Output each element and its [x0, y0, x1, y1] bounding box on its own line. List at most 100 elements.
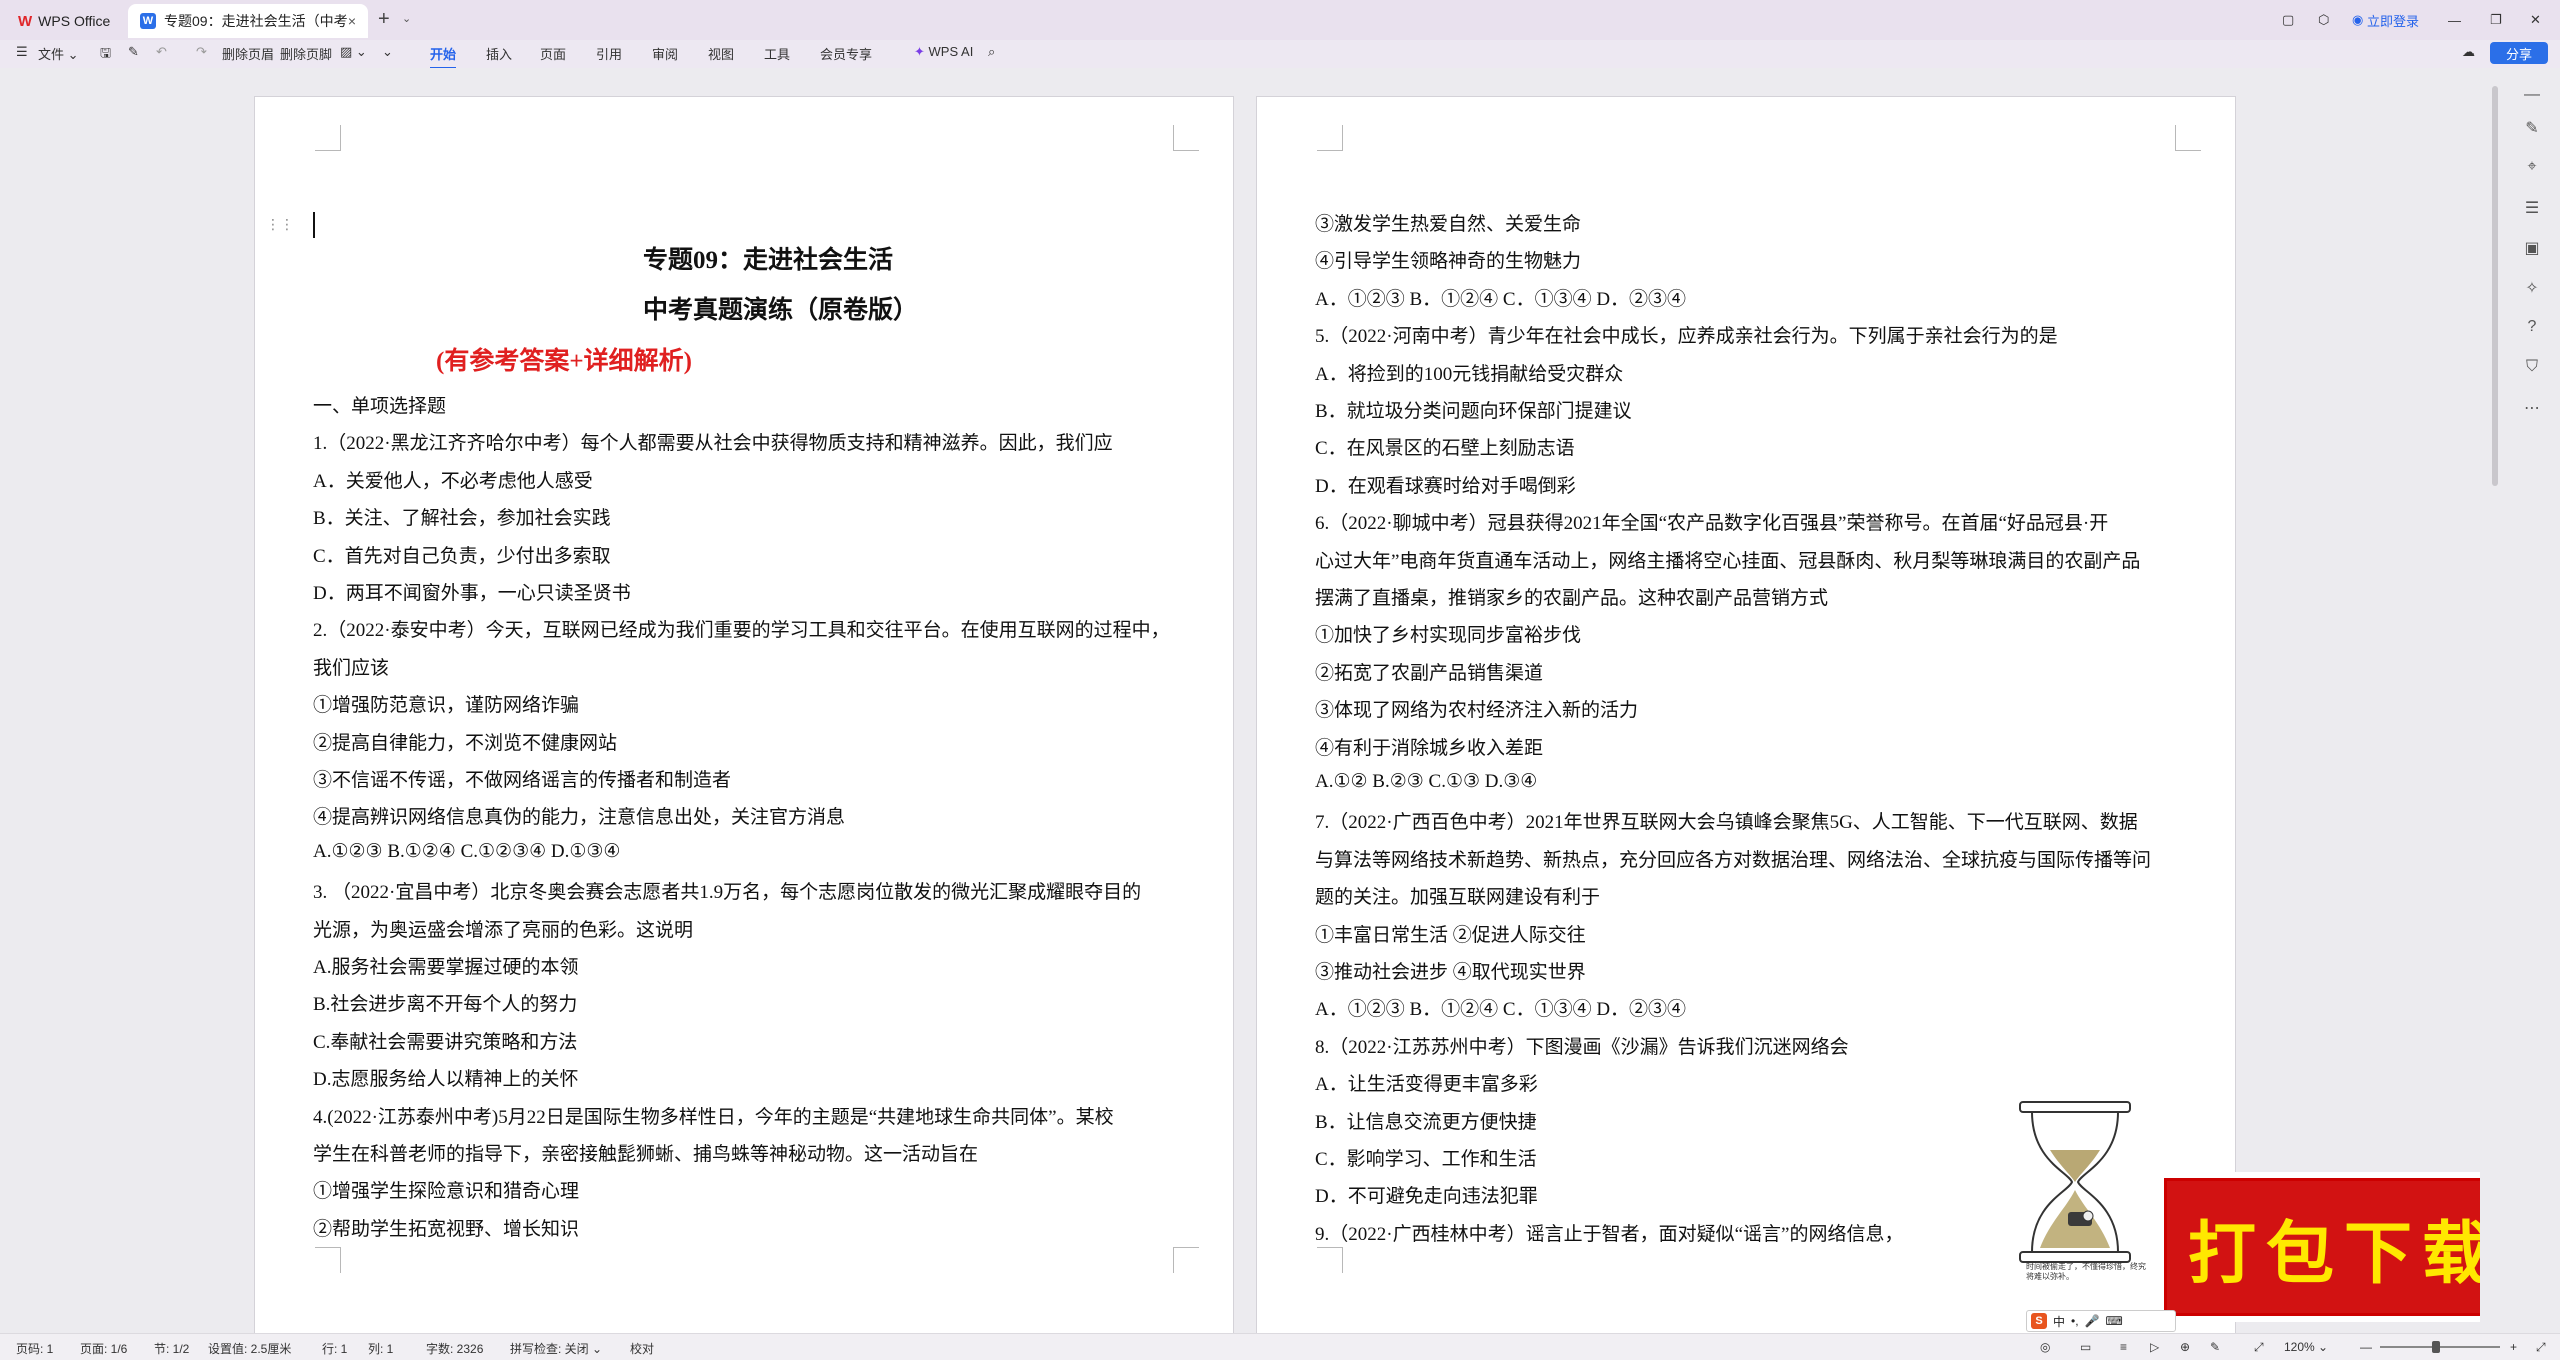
- page1-line: 一、单项选择题: [313, 396, 447, 417]
- page2-line: 8.（2022·江苏苏州中考）下图漫画《沙漏》告诉我们沉迷网络会: [1315, 1036, 1849, 1058]
- window-icon[interactable]: ▢: [2282, 0, 2294, 40]
- status-proof[interactable]: 校对: [630, 1340, 654, 1357]
- page2-line: D．不可避免走向违法犯罪: [1315, 1186, 1538, 1208]
- page2-line: ③推动社会进步 ④取代现实世界: [1315, 962, 1586, 983]
- page2-line: D．在观看球赛时给对手喝倒彩: [1315, 475, 1576, 497]
- status-spell-check[interactable]: 拼写检查: 关闭 ⌄: [510, 1340, 602, 1357]
- more-icon[interactable]: ⋯: [2522, 398, 2542, 418]
- eye-icon[interactable]: ◎: [2040, 1340, 2050, 1354]
- tab-tools[interactable]: 工具: [764, 44, 790, 63]
- image-icon[interactable]: ▨ ⌄: [340, 44, 367, 60]
- tab-start[interactable]: 开始: [430, 44, 457, 69]
- zoom-level[interactable]: 120% ⌄: [2284, 1340, 2328, 1354]
- page2-line: 题的关注。加强互联网建设有利于: [1315, 887, 1601, 909]
- zoom-slider[interactable]: [2380, 1346, 2500, 1348]
- page2-line: B．就垃圾分类问题向环保部门提建议: [1315, 401, 1632, 422]
- page2-line: A．①②③ B．①②④ C．①③④ D．②③④: [1315, 999, 1687, 1021]
- status-section[interactable]: 节: 1/2: [154, 1340, 189, 1357]
- help-icon[interactable]: ?: [2522, 318, 2542, 338]
- margin-mark: [1173, 1247, 1199, 1273]
- delete-footer-button[interactable]: 删除页脚: [280, 44, 332, 63]
- tab-document[interactable]: W 专题09：走进社会生活（中考 ×: [128, 4, 368, 38]
- login-button[interactable]: ◉ 立即登录: [2352, 0, 2419, 40]
- page-subtitle: 中考真题演练（原卷版）: [643, 297, 919, 324]
- share-button[interactable]: 分享: [2490, 42, 2548, 64]
- menu-icon[interactable]: ☰: [16, 44, 28, 60]
- restore-button[interactable]: ❐: [2490, 0, 2502, 40]
- fit-icon[interactable]: ⤢: [2254, 1340, 2264, 1355]
- page2-line: ②拓宽了农副产品销售渠道: [1315, 662, 1544, 684]
- page1-line: ③不信谣不传谣，不做网络谣言的传播者和制造者: [313, 770, 732, 791]
- zoom-slider-thumb[interactable]: [2432, 1341, 2440, 1353]
- drag-handle-icon[interactable]: ⋮⋮: [266, 216, 294, 233]
- tab-insert[interactable]: 插入: [486, 44, 512, 63]
- page1-line: ②提高自律能力，不浏览不健康网站: [313, 732, 618, 754]
- margin-mark: [315, 1247, 341, 1273]
- keyboard-icon: ⌨: [2105, 1314, 2123, 1328]
- tab-document-label: 专题09：走进社会生活（中考: [164, 13, 348, 29]
- magic-icon[interactable]: ✧: [2522, 278, 2542, 298]
- page1-line: A.服务社会需要掌握过硬的本领: [313, 957, 579, 978]
- tab-member[interactable]: 会员专享: [820, 44, 872, 63]
- tab-home[interactable]: W WPS Office: [6, 4, 126, 38]
- status-page-code[interactable]: 页码: 1: [16, 1340, 53, 1357]
- tab-page[interactable]: 页面: [540, 44, 566, 63]
- download-banner[interactable]: 打包下载: [2158, 1172, 2530, 1322]
- page1-line: D．两耳不闻窗外事，一心只读圣贤书: [313, 583, 631, 604]
- tab-view[interactable]: 视图: [708, 44, 734, 63]
- zoom-in-button[interactable]: +: [2510, 1340, 2517, 1354]
- edit-icon[interactable]: ✎: [2210, 1340, 2220, 1354]
- status-col[interactable]: 列: 1: [368, 1340, 393, 1357]
- new-tab-button[interactable]: +: [378, 8, 390, 31]
- collapse-icon[interactable]: —: [2522, 86, 2542, 106]
- search-icon[interactable]: ⌕: [988, 44, 995, 60]
- pen-tool-icon[interactable]: ✎: [2522, 118, 2542, 138]
- delete-header-button[interactable]: 删除页眉: [222, 44, 274, 63]
- fullscreen-icon[interactable]: ⤢: [2536, 1340, 2546, 1355]
- vertical-scrollbar[interactable]: [2492, 86, 2498, 486]
- chevron-down-icon[interactable]: ⌄: [402, 12, 411, 25]
- globe-icon[interactable]: ⊕: [2180, 1340, 2190, 1354]
- pen-icon[interactable]: ✎: [128, 44, 139, 60]
- page1-line: 光源，为奥运盛会增添了亮丽的色彩。这说明: [313, 919, 694, 941]
- ime-toolbar[interactable]: S 中 •, 🎤 ⌨: [2026, 1310, 2176, 1332]
- save-icon[interactable]: 🖫: [100, 44, 111, 66]
- page-title: 专题09：走进社会生活: [643, 247, 894, 274]
- page-view-icon[interactable]: ▭: [2080, 1340, 2091, 1354]
- answer-note: (有参考答案+详细解析): [436, 348, 692, 375]
- page2-line: A．让生活变得更丰富多彩: [1315, 1074, 1538, 1096]
- cube-icon[interactable]: ⬡: [2318, 0, 2329, 40]
- page2-line: 9.（2022·广西桂林中考）谣言止于智者，面对疑似“谣言”的网络信息，: [1315, 1223, 1904, 1245]
- image-tool-icon[interactable]: ▣: [2522, 238, 2542, 258]
- wps-ai-button[interactable]: ✦ WPS AI: [914, 44, 973, 60]
- outline-icon[interactable]: ≡: [2120, 1340, 2127, 1354]
- undo-icon[interactable]: ↶: [156, 44, 167, 60]
- zoom-out-button[interactable]: —: [2360, 1340, 2372, 1354]
- page1-line: 4.(2022·江苏泰州中考)5月22日是国际生物多样性日，今年的主题是“共建地…: [313, 1106, 1114, 1128]
- minimize-button[interactable]: —: [2448, 0, 2461, 40]
- page2-line: 心过大年”电商年货直通车活动上，网络主播将空心挂面、冠县酥肉、秋月梨等琳琅满目的…: [1315, 550, 2141, 572]
- status-word-count[interactable]: 字数: 2326: [426, 1340, 483, 1357]
- page2-line: 与算法等网络技术新趋势、新热点，充分回应各方对数据治理、网络法治、全球抗疫与国际…: [1315, 849, 2152, 871]
- play-icon[interactable]: ▷: [2150, 1340, 2159, 1354]
- tab-review[interactable]: 审阅: [652, 44, 678, 63]
- settings-sliders-icon[interactable]: ☰: [2522, 198, 2542, 218]
- page2-line: ④引导学生领略神奇的生物魅力: [1315, 251, 1582, 273]
- page1-line: 1.（2022·黑龙江齐齐哈尔中考）每个人都需要从社会中获得物质支持和精神滋养。…: [313, 433, 1113, 455]
- close-window-button[interactable]: ✕: [2530, 0, 2541, 40]
- page1-line: C．首先对自己负责，少付出多索取: [313, 545, 611, 567]
- page2-line: 7.（2022·广西百色中考）2021年世界互联网大会乌镇峰会聚焦5G、人工智能…: [1315, 812, 2138, 834]
- file-menu-label: 文件: [38, 47, 65, 62]
- cloud-icon[interactable]: ☁: [2462, 44, 2475, 60]
- close-icon[interactable]: ×: [348, 13, 356, 29]
- more-icon[interactable]: ⌄: [382, 44, 393, 60]
- select-icon[interactable]: ⌖: [2522, 158, 2542, 178]
- hourglass-cartoon-image: [2019, 1101, 2131, 1263]
- tab-reference[interactable]: 引用: [596, 44, 622, 63]
- file-menu[interactable]: 文件 ⌄: [38, 44, 79, 63]
- status-setting[interactable]: 设置值: 2.5厘米: [208, 1340, 291, 1357]
- shield-icon[interactable]: ⛉: [2522, 358, 2542, 378]
- status-row[interactable]: 行: 1: [322, 1340, 347, 1357]
- status-page[interactable]: 页面: 1/6: [80, 1340, 127, 1357]
- redo-icon[interactable]: ↷: [196, 44, 207, 60]
